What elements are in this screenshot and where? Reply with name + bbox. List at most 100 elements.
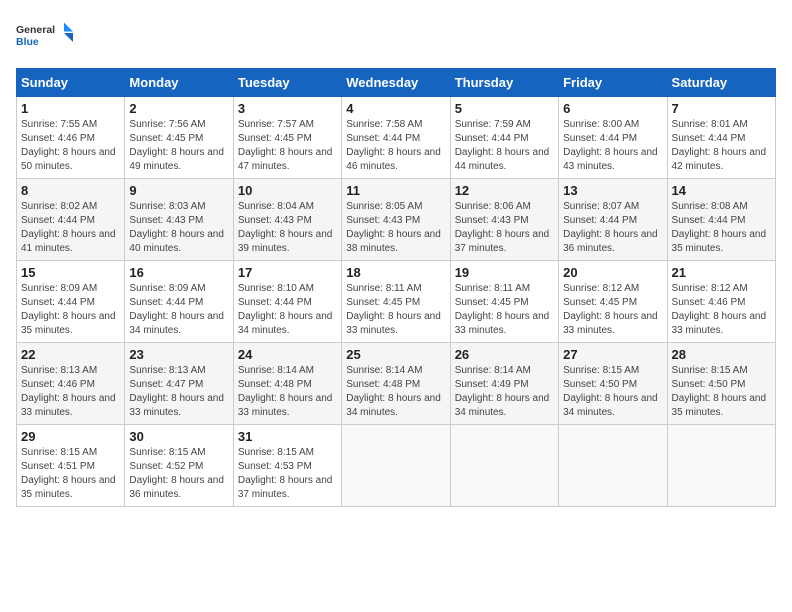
day-info: Sunrise: 8:15 AMSunset: 4:50 PMDaylight:… xyxy=(672,364,771,420)
calendar-table: SundayMondayTuesdayWednesdayThursdayFrid… xyxy=(16,68,776,507)
day-info: Sunrise: 8:14 AMSunset: 4:48 PMDaylight:… xyxy=(238,364,337,420)
day-info: Sunrise: 8:09 AMSunset: 4:44 PMDaylight:… xyxy=(21,282,120,338)
day-info: Sunrise: 8:04 AMSunset: 4:43 PMDaylight:… xyxy=(238,200,337,256)
calendar-cell: 23 Sunrise: 8:13 AMSunset: 4:47 PMDayligh… xyxy=(125,343,233,425)
day-info: Sunrise: 7:56 AMSunset: 4:45 PMDaylight:… xyxy=(129,118,228,174)
calendar-cell: 9 Sunrise: 8:03 AMSunset: 4:43 PMDaylight… xyxy=(125,179,233,261)
day-info: Sunrise: 8:12 AMSunset: 4:45 PMDaylight:… xyxy=(563,282,662,338)
calendar-cell: 16 Sunrise: 8:09 AMSunset: 4:44 PMDayligh… xyxy=(125,261,233,343)
calendar-cell: 18 Sunrise: 8:11 AMSunset: 4:45 PMDayligh… xyxy=(342,261,450,343)
day-number: 20 xyxy=(563,265,662,280)
calendar-cell: 5Sunrise: 7:59 AMSunset: 4:44 PMDaylight… xyxy=(450,97,558,179)
calendar-cell: 31 Sunrise: 8:15 AMSunset: 4:53 PMDayligh… xyxy=(233,425,341,507)
day-info: Sunrise: 7:55 AMSunset: 4:46 PMDaylight:… xyxy=(21,118,120,174)
day-number: 26 xyxy=(455,347,554,362)
calendar-cell: 30 Sunrise: 8:15 AMSunset: 4:52 PMDayligh… xyxy=(125,425,233,507)
day-number: 8 xyxy=(21,183,120,198)
weekday-header: Tuesday xyxy=(233,69,341,97)
day-info: Sunrise: 8:06 AMSunset: 4:43 PMDaylight:… xyxy=(455,200,554,256)
day-number: 28 xyxy=(672,347,771,362)
calendar-cell: 20 Sunrise: 8:12 AMSunset: 4:45 PMDayligh… xyxy=(559,261,667,343)
calendar-cell: 29Sunrise: 8:15 AMSunset: 4:51 PMDayligh… xyxy=(17,425,125,507)
day-info: Sunrise: 8:08 AMSunset: 4:44 PMDaylight:… xyxy=(672,200,771,256)
day-info: Sunrise: 8:07 AMSunset: 4:44 PMDaylight:… xyxy=(563,200,662,256)
day-number: 3 xyxy=(238,101,337,116)
day-number: 1 xyxy=(21,101,120,116)
day-info: Sunrise: 7:57 AMSunset: 4:45 PMDaylight:… xyxy=(238,118,337,174)
calendar-cell xyxy=(450,425,558,507)
calendar-cell: 25Sunrise: 8:14 AMSunset: 4:48 PMDayligh… xyxy=(342,343,450,425)
day-info: Sunrise: 8:11 AMSunset: 4:45 PMDaylight:… xyxy=(455,282,554,338)
day-info: Sunrise: 8:01 AMSunset: 4:44 PMDaylight:… xyxy=(672,118,771,174)
calendar-cell: 10 Sunrise: 8:04 AMSunset: 4:43 PMDayligh… xyxy=(233,179,341,261)
calendar-header-row: SundayMondayTuesdayWednesdayThursdayFrid… xyxy=(17,69,776,97)
svg-text:General: General xyxy=(16,24,55,36)
day-info: Sunrise: 8:15 AMSunset: 4:52 PMDaylight:… xyxy=(129,446,228,502)
calendar-cell xyxy=(667,425,775,507)
calendar-week-row: 1 Sunrise: 7:55 AMSunset: 4:46 PMDaylight… xyxy=(17,97,776,179)
calendar-cell: 15 Sunrise: 8:09 AMSunset: 4:44 PMDayligh… xyxy=(17,261,125,343)
day-number: 9 xyxy=(129,183,228,198)
calendar-cell: 7 Sunrise: 8:01 AMSunset: 4:44 PMDaylight… xyxy=(667,97,775,179)
day-number: 6 xyxy=(563,101,662,116)
day-number: 19 xyxy=(455,265,554,280)
day-number: 25 xyxy=(346,347,445,362)
weekday-header: Monday xyxy=(125,69,233,97)
day-info: Sunrise: 8:03 AMSunset: 4:43 PMDaylight:… xyxy=(129,200,228,256)
logo-svg: General Blue xyxy=(16,16,76,56)
calendar-cell xyxy=(342,425,450,507)
calendar-cell: 11 Sunrise: 8:05 AMSunset: 4:43 PMDayligh… xyxy=(342,179,450,261)
day-info: Sunrise: 8:11 AMSunset: 4:45 PMDaylight:… xyxy=(346,282,445,338)
day-info: Sunrise: 8:13 AMSunset: 4:47 PMDaylight:… xyxy=(129,364,228,420)
day-info: Sunrise: 8:15 AMSunset: 4:51 PMDaylight:… xyxy=(21,446,120,502)
weekday-header: Saturday xyxy=(667,69,775,97)
day-info: Sunrise: 7:59 AMSunset: 4:44 PMDaylight:… xyxy=(455,118,554,174)
day-number: 18 xyxy=(346,265,445,280)
day-number: 23 xyxy=(129,347,228,362)
calendar-cell: 14 Sunrise: 8:08 AMSunset: 4:44 PMDayligh… xyxy=(667,179,775,261)
weekday-header: Thursday xyxy=(450,69,558,97)
weekday-header: Sunday xyxy=(17,69,125,97)
calendar-week-row: 8Sunrise: 8:02 AMSunset: 4:44 PMDaylight… xyxy=(17,179,776,261)
day-info: Sunrise: 8:15 AMSunset: 4:50 PMDaylight:… xyxy=(563,364,662,420)
calendar-week-row: 22 Sunrise: 8:13 AMSunset: 4:46 PMDayligh… xyxy=(17,343,776,425)
day-info: Sunrise: 8:12 AMSunset: 4:46 PMDaylight:… xyxy=(672,282,771,338)
day-info: Sunrise: 7:58 AMSunset: 4:44 PMDaylight:… xyxy=(346,118,445,174)
day-info: Sunrise: 8:00 AMSunset: 4:44 PMDaylight:… xyxy=(563,118,662,174)
calendar-cell: 1 Sunrise: 7:55 AMSunset: 4:46 PMDaylight… xyxy=(17,97,125,179)
day-number: 30 xyxy=(129,429,228,444)
day-number: 12 xyxy=(455,183,554,198)
calendar-cell: 12 Sunrise: 8:06 AMSunset: 4:43 PMDayligh… xyxy=(450,179,558,261)
day-number: 11 xyxy=(346,183,445,198)
calendar-cell: 28 Sunrise: 8:15 AMSunset: 4:50 PMDayligh… xyxy=(667,343,775,425)
calendar-cell: 8Sunrise: 8:02 AMSunset: 4:44 PMDaylight… xyxy=(17,179,125,261)
day-number: 15 xyxy=(21,265,120,280)
calendar-cell: 3 Sunrise: 7:57 AMSunset: 4:45 PMDaylight… xyxy=(233,97,341,179)
calendar-cell: 13Sunrise: 8:07 AMSunset: 4:44 PMDayligh… xyxy=(559,179,667,261)
weekday-header: Friday xyxy=(559,69,667,97)
calendar-cell: 27Sunrise: 8:15 AMSunset: 4:50 PMDayligh… xyxy=(559,343,667,425)
day-number: 2 xyxy=(129,101,228,116)
header: General Blue xyxy=(16,16,776,56)
calendar-cell: 26 Sunrise: 8:14 AMSunset: 4:49 PMDayligh… xyxy=(450,343,558,425)
day-info: Sunrise: 8:14 AMSunset: 4:49 PMDaylight:… xyxy=(455,364,554,420)
day-info: Sunrise: 8:05 AMSunset: 4:43 PMDaylight:… xyxy=(346,200,445,256)
day-info: Sunrise: 8:13 AMSunset: 4:46 PMDaylight:… xyxy=(21,364,120,420)
svg-text:Blue: Blue xyxy=(16,36,39,48)
calendar-cell: 17Sunrise: 8:10 AMSunset: 4:44 PMDayligh… xyxy=(233,261,341,343)
calendar-cell: 22 Sunrise: 8:13 AMSunset: 4:46 PMDayligh… xyxy=(17,343,125,425)
day-number: 7 xyxy=(672,101,771,116)
day-number: 24 xyxy=(238,347,337,362)
calendar-cell xyxy=(559,425,667,507)
day-info: Sunrise: 8:15 AMSunset: 4:53 PMDaylight:… xyxy=(238,446,337,502)
day-number: 14 xyxy=(672,183,771,198)
day-number: 22 xyxy=(21,347,120,362)
calendar-cell: 6 Sunrise: 8:00 AMSunset: 4:44 PMDaylight… xyxy=(559,97,667,179)
day-number: 10 xyxy=(238,183,337,198)
day-number: 31 xyxy=(238,429,337,444)
day-info: Sunrise: 8:10 AMSunset: 4:44 PMDaylight:… xyxy=(238,282,337,338)
day-number: 4 xyxy=(346,101,445,116)
day-info: Sunrise: 8:09 AMSunset: 4:44 PMDaylight:… xyxy=(129,282,228,338)
day-number: 16 xyxy=(129,265,228,280)
calendar-week-row: 15 Sunrise: 8:09 AMSunset: 4:44 PMDayligh… xyxy=(17,261,776,343)
